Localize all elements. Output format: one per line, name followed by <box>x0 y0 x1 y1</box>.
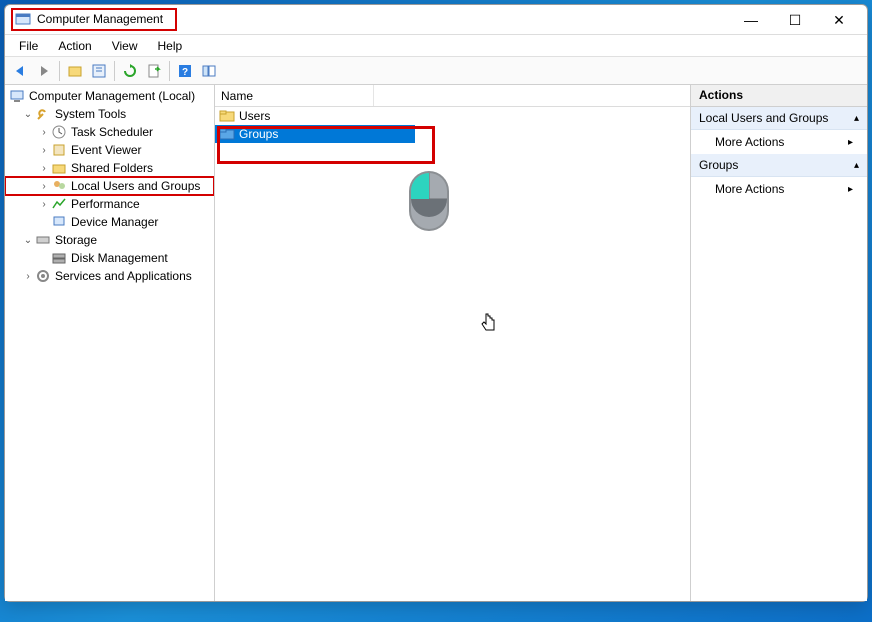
tree-storage[interactable]: ⌄ Storage <box>5 231 214 249</box>
list-item-users-label: Users <box>239 109 270 123</box>
export-button[interactable] <box>143 60 165 82</box>
menu-file[interactable]: File <box>11 37 46 55</box>
menu-action[interactable]: Action <box>50 37 99 55</box>
tree-task-scheduler-label: Task Scheduler <box>71 125 153 139</box>
close-button[interactable]: ✕ <box>817 6 861 34</box>
actions-more-lug[interactable]: More Actions ▸ <box>691 130 867 154</box>
title-highlight: Computer Management <box>11 8 177 31</box>
menubar: File Action View Help <box>5 35 867 57</box>
show-hide-button[interactable] <box>198 60 220 82</box>
tree-shared-folders-label: Shared Folders <box>71 161 153 175</box>
actions-header: Actions <box>691 85 867 107</box>
tools-icon <box>35 106 51 122</box>
actions-section-lug[interactable]: Local Users and Groups ▴ <box>691 107 867 130</box>
expand-icon[interactable]: › <box>37 127 51 138</box>
tree-services-apps-label: Services and Applications <box>55 269 192 283</box>
collapse-icon[interactable]: ⌄ <box>21 109 35 120</box>
collapse-icon[interactable]: ▴ <box>854 160 859 171</box>
tree-device-manager[interactable]: Device Manager <box>5 213 214 231</box>
folder-icon <box>219 108 235 124</box>
actions-more-lug-label: More Actions <box>715 135 784 149</box>
hand-cursor-icon <box>479 312 499 336</box>
folder-share-icon <box>51 160 67 176</box>
tree-performance[interactable]: › Performance <box>5 195 214 213</box>
window-title: Computer Management <box>37 12 171 26</box>
help-button[interactable]: ? <box>174 60 196 82</box>
minimize-button[interactable]: — <box>729 6 773 34</box>
up-button[interactable] <box>64 60 86 82</box>
tree-performance-label: Performance <box>71 197 140 211</box>
tree-system-tools-label: System Tools <box>55 107 126 121</box>
toolbar: ? <box>5 57 867 85</box>
submenu-arrow-icon: ▸ <box>848 137 853 148</box>
menu-help[interactable]: Help <box>150 37 191 55</box>
tree-device-manager-label: Device Manager <box>71 215 158 229</box>
list-pane[interactable]: Name Users Groups <box>215 85 691 601</box>
submenu-arrow-icon: ▸ <box>848 184 853 195</box>
properties-button[interactable] <box>88 60 110 82</box>
list-header[interactable]: Name <box>215 85 690 107</box>
services-icon <box>35 268 51 284</box>
tree-disk-management-label: Disk Management <box>71 251 168 265</box>
expand-icon[interactable]: › <box>37 181 51 192</box>
collapse-icon[interactable]: ▴ <box>854 113 859 124</box>
actions-section-groups-label: Groups <box>699 158 738 172</box>
collapse-icon[interactable]: ⌄ <box>21 235 35 246</box>
device-icon <box>51 214 67 230</box>
tree-disk-management[interactable]: Disk Management <box>5 249 214 267</box>
disk-icon <box>51 250 67 266</box>
expand-icon[interactable]: › <box>21 271 35 282</box>
actions-section-lug-label: Local Users and Groups <box>699 111 828 125</box>
actions-pane: Actions Local Users and Groups ▴ More Ac… <box>691 85 867 601</box>
back-button[interactable] <box>9 60 31 82</box>
tree-event-viewer[interactable]: › Event Viewer <box>5 141 214 159</box>
computer-management-window: Computer Management — ☐ ✕ File Action Vi… <box>4 4 868 602</box>
tree-local-users-groups-label: Local Users and Groups <box>71 179 200 193</box>
app-icon <box>15 11 31 27</box>
tree-storage-label: Storage <box>55 233 97 247</box>
svg-text:?: ? <box>182 67 188 78</box>
maximize-button[interactable]: ☐ <box>773 6 817 34</box>
tree-root-label: Computer Management (Local) <box>29 89 195 103</box>
tree-root[interactable]: Computer Management (Local) <box>5 87 214 105</box>
menu-view[interactable]: View <box>104 37 146 55</box>
event-icon <box>51 142 67 158</box>
folder-icon <box>219 126 235 142</box>
refresh-button[interactable] <box>119 60 141 82</box>
actions-more-groups[interactable]: More Actions ▸ <box>691 177 867 201</box>
list-item-groups-label: Groups <box>239 127 278 141</box>
mouse-graphic <box>405 167 453 235</box>
tree-shared-folders[interactable]: › Shared Folders <box>5 159 214 177</box>
storage-icon <box>35 232 51 248</box>
actions-section-groups[interactable]: Groups ▴ <box>691 154 867 177</box>
users-icon <box>51 178 67 194</box>
tree-services-apps[interactable]: › Services and Applications <box>5 267 214 285</box>
tree-pane[interactable]: Computer Management (Local) ⌄ System Too… <box>5 85 215 601</box>
titlebar[interactable]: Computer Management — ☐ ✕ <box>5 5 867 35</box>
tree-local-users-groups[interactable]: › Local Users and Groups <box>5 177 214 195</box>
computer-icon <box>9 88 25 104</box>
body-panes: Computer Management (Local) ⌄ System Too… <box>5 85 867 601</box>
column-name[interactable]: Name <box>221 85 374 106</box>
list-item-users[interactable]: Users <box>215 107 690 125</box>
forward-button[interactable] <box>33 60 55 82</box>
tree-task-scheduler[interactable]: › Task Scheduler <box>5 123 214 141</box>
expand-icon[interactable]: › <box>37 163 51 174</box>
tree-system-tools[interactable]: ⌄ System Tools <box>5 105 214 123</box>
expand-icon[interactable]: › <box>37 199 51 210</box>
expand-icon[interactable]: › <box>37 145 51 156</box>
clock-icon <box>51 124 67 140</box>
actions-more-groups-label: More Actions <box>715 182 784 196</box>
list-body[interactable]: Users Groups <box>215 107 690 601</box>
list-item-groups[interactable]: Groups <box>215 125 415 143</box>
performance-icon <box>51 196 67 212</box>
tree-event-viewer-label: Event Viewer <box>71 143 141 157</box>
